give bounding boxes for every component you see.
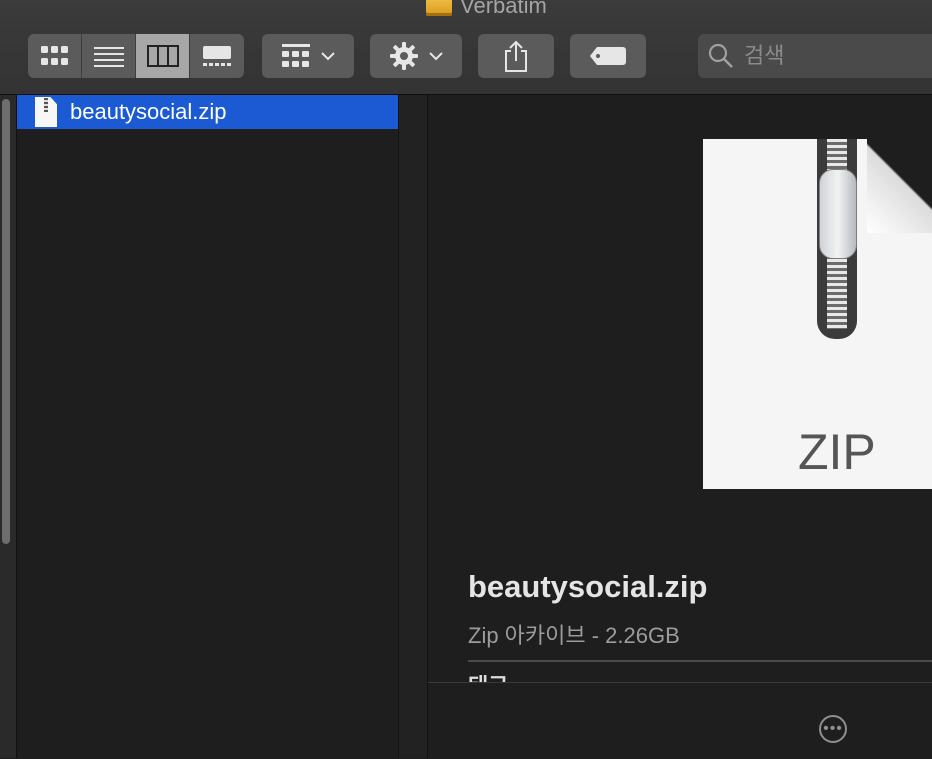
- preview-footer: •••: [428, 682, 932, 759]
- icon-view-button[interactable]: [28, 34, 82, 78]
- column-resize-divider[interactable]: [399, 95, 428, 758]
- search-input[interactable]: [742, 42, 916, 70]
- group-by-button[interactable]: [262, 34, 354, 78]
- gallery-view-button[interactable]: [190, 34, 244, 78]
- tag-button[interactable]: [570, 34, 646, 78]
- chevron-down-icon: [429, 52, 443, 61]
- file-name: beautysocial.zip: [70, 99, 227, 124]
- zip-file-icon: [35, 97, 57, 127]
- chevron-down-icon: [321, 52, 335, 61]
- gear-icon: [390, 42, 418, 70]
- preview-pane: ZIP beautysocial.zip Zip 아카이브 - 2.26GB 태…: [428, 95, 932, 759]
- preview-separator: [468, 660, 932, 662]
- window-title-text: Verbatim: [460, 0, 547, 18]
- scrollbar-thumb[interactable]: [2, 99, 10, 544]
- window-title: Verbatim: [426, 0, 547, 18]
- sidebar-scrollbar[interactable]: [0, 95, 17, 758]
- search-icon: [708, 43, 733, 68]
- icon-view-icon: [40, 46, 68, 65]
- page-fold: [867, 139, 932, 233]
- column-view-icon: [146, 45, 179, 67]
- share-button[interactable]: [478, 34, 554, 78]
- column-view-button[interactable]: [136, 34, 190, 78]
- more-icon: •••: [823, 720, 843, 737]
- tag-icon: [590, 47, 626, 65]
- file-row[interactable]: beautysocial.zip: [17, 95, 398, 129]
- action-menu-button[interactable]: [370, 34, 462, 78]
- file-column: beautysocial.zip: [17, 95, 399, 758]
- preview-kind-size: Zip 아카이브 - 2.26GB: [468, 623, 680, 648]
- external-drive-icon: [426, 0, 452, 16]
- search-field[interactable]: [698, 34, 932, 78]
- gallery-view-icon: [203, 46, 231, 66]
- zipper-graphic: [817, 139, 857, 339]
- view-mode-segmented-control: [28, 34, 244, 78]
- zip-icon-label: ZIP: [798, 424, 876, 480]
- preview-file-name: beautysocial.zip: [468, 569, 708, 604]
- list-view-icon: [93, 47, 124, 67]
- zip-document-icon: ZIP: [703, 139, 932, 489]
- more-button[interactable]: •••: [819, 715, 847, 743]
- group-grid-icon: [282, 44, 310, 67]
- list-view-button[interactable]: [82, 34, 136, 78]
- toolbar: Verbatim: [0, 0, 932, 95]
- share-icon: [505, 40, 527, 72]
- zipper-pull: [819, 169, 857, 259]
